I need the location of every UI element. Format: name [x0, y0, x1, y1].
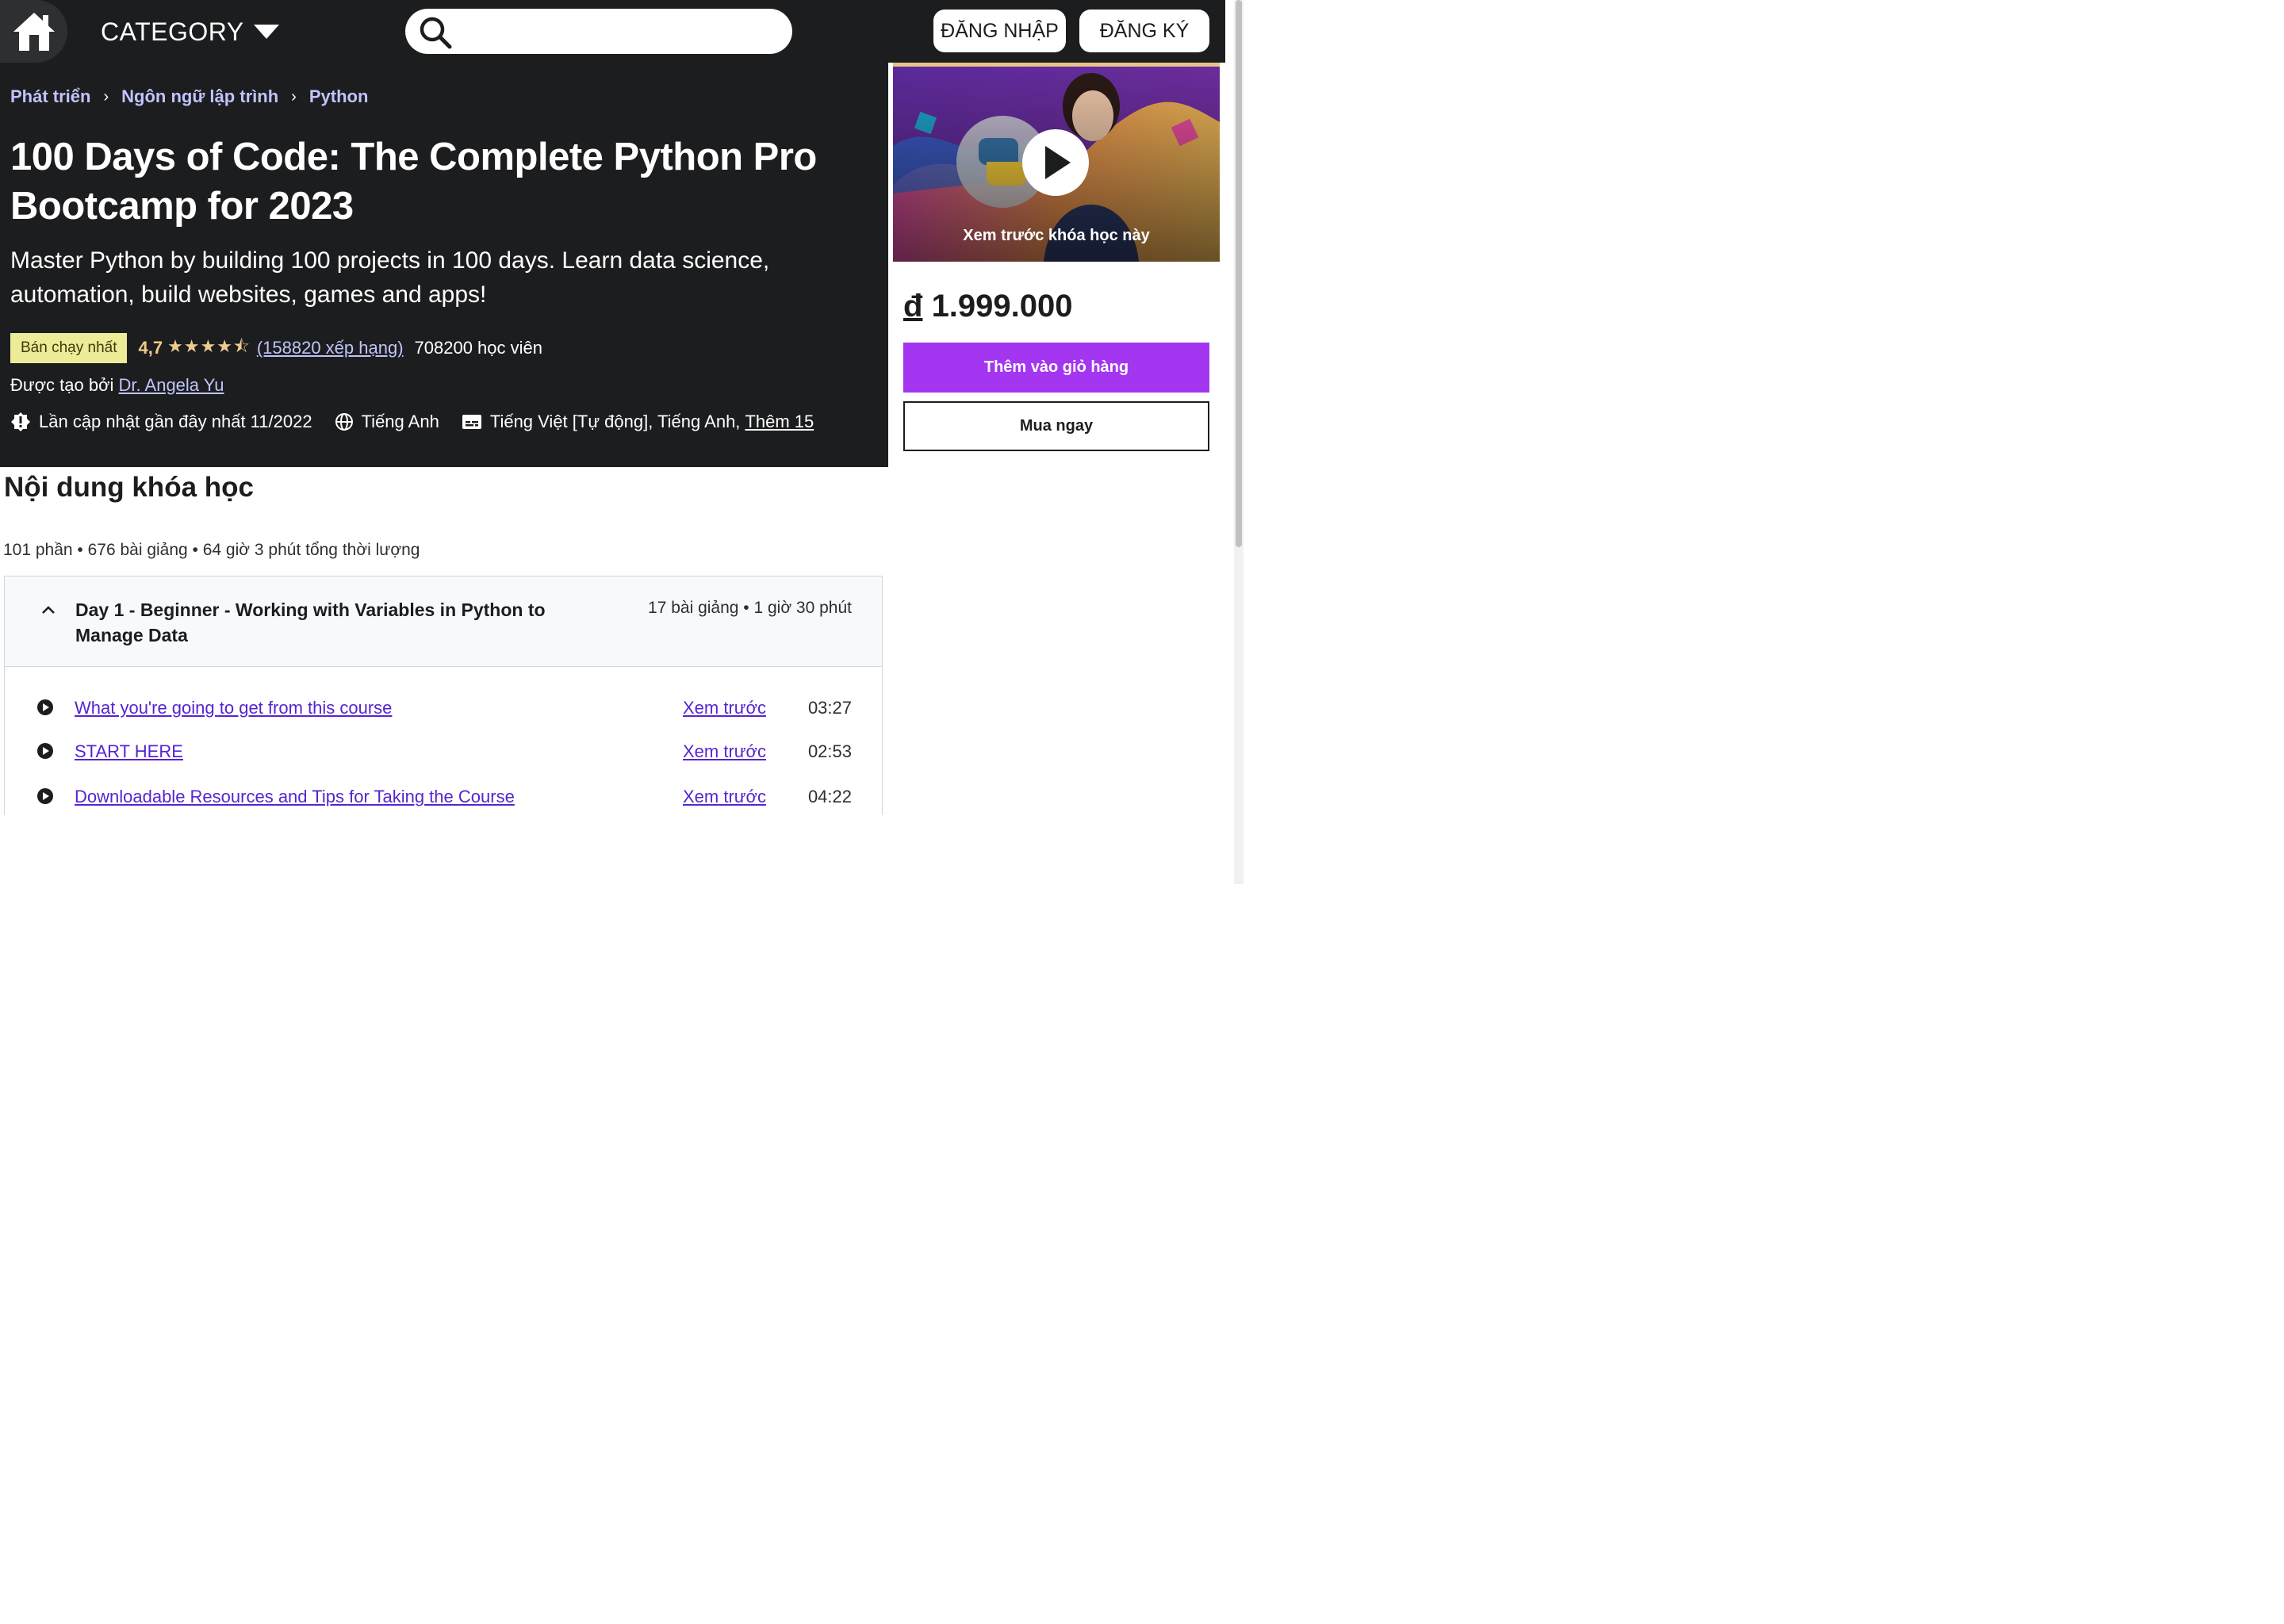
course-content-summary: 101 phần • 676 bài giảng • 64 giờ 3 phút… — [3, 541, 420, 559]
lecture-preview-link[interactable]: Xem trước — [683, 741, 766, 762]
signup-button[interactable]: ĐĂNG KÝ — [1079, 10, 1209, 52]
add-to-cart-button[interactable]: Thêm vào giỏ hàng — [903, 343, 1209, 393]
curriculum-section: Day 1 - Beginner - Working with Variable… — [4, 576, 883, 815]
closed-captions-icon — [462, 413, 482, 431]
caret-down-icon — [253, 25, 279, 39]
course-content-heading: Nội dung khóa học — [4, 472, 254, 503]
more-captions-link[interactable]: Thêm 15 — [745, 412, 814, 432]
section-meta: 17 bài giảng • 1 giờ 30 phút — [648, 599, 852, 617]
category-label: CATEGORY — [101, 17, 244, 46]
top-navbar: CATEGORY ĐĂNG NHẬP ĐĂNG KÝ — [0, 0, 1225, 63]
search-bar[interactable] — [405, 9, 792, 54]
lecture-item: START HERE Xem trước 02:53 — [5, 737, 882, 768]
section-header[interactable]: Day 1 - Beginner - Working with Variable… — [5, 576, 882, 667]
globe-icon — [335, 412, 354, 431]
rating-row: Bán chạy nhất 4,7 ★★★★⯪ (158820 xếp hạng… — [10, 333, 542, 363]
course-preview-video[interactable]: Xem trước khóa học này — [893, 63, 1220, 262]
lecture-title-link[interactable]: Downloadable Resources and Tips for Taki… — [75, 787, 515, 807]
page-scrollbar[interactable] — [1234, 0, 1244, 884]
created-by: Được tạo bởi Dr. Angela Yu — [10, 375, 224, 396]
search-input[interactable] — [464, 15, 781, 47]
lecture-item: What you're going to get from this cours… — [5, 693, 882, 725]
breadcrumb-item-development[interactable]: Phát triển — [10, 86, 90, 107]
bestseller-badge: Bán chạy nhất — [10, 333, 128, 363]
login-button[interactable]: ĐĂNG NHẬP — [933, 10, 1066, 52]
alert-icon — [10, 412, 31, 432]
section-title: Day 1 - Beginner - Working with Variable… — [75, 599, 546, 645]
rating-count-link[interactable]: (158820 xếp hạng) — [257, 338, 404, 358]
course-meta: Lần cập nhật gần đây nhất 11/2022 Tiếng … — [10, 412, 814, 432]
breadcrumb: Phát triển › Ngôn ngữ lập trình › Python — [10, 86, 368, 107]
buy-now-button[interactable]: Mua ngay — [903, 401, 1209, 451]
caption-languages: Tiếng Việt [Tự động], Tiếng Anh, — [489, 412, 741, 431]
star-rating-icon: ★★★★⯪ — [167, 336, 251, 356]
created-by-label: Được tạo bởi — [10, 375, 114, 395]
home-icon — [13, 12, 55, 51]
student-count: 708200 học viên — [414, 338, 542, 358]
course-language: Tiếng Anh — [361, 412, 439, 431]
breadcrumb-item-programming-languages[interactable]: Ngôn ngữ lập trình — [121, 86, 278, 107]
chevron-right-icon: › — [291, 87, 297, 105]
search-icon[interactable] — [418, 15, 453, 50]
course-title: 100 Days of Code: The Complete Python Pr… — [10, 136, 817, 228]
lecture-preview-link[interactable]: Xem trước — [683, 698, 766, 718]
rating-score: 4,7 — [138, 338, 163, 358]
course-price: đ 1.999.000 — [903, 289, 1073, 324]
lecture-title-link[interactable]: What you're going to get from this cours… — [75, 698, 392, 718]
breadcrumb-item-python[interactable]: Python — [309, 86, 369, 107]
category-dropdown[interactable]: CATEGORY — [101, 16, 279, 48]
play-circle-icon — [37, 743, 53, 759]
instructor-link[interactable]: Dr. Angela Yu — [119, 375, 224, 395]
home-button[interactable] — [0, 0, 67, 63]
lecture-preview-link[interactable]: Xem trước — [683, 787, 766, 807]
scrollbar-thumb[interactable] — [1236, 0, 1242, 547]
course-hero: Phát triển › Ngôn ngữ lập trình › Python… — [0, 63, 888, 467]
lecture-duration: 03:27 — [807, 698, 852, 718]
last-updated: Lần cập nhật gần đây nhất 11/2022 — [39, 412, 312, 431]
lecture-title-link[interactable]: START HERE — [75, 741, 183, 762]
chevron-right-icon: › — [103, 87, 109, 105]
price-currency: đ — [903, 289, 923, 324]
price-value: 1.999.000 — [931, 289, 1073, 324]
course-subtitle: Master Python by building 100 projects i… — [10, 247, 770, 308]
preview-label: Xem trước khóa học này — [963, 227, 1150, 244]
chevron-up-icon — [42, 606, 55, 614]
play-circle-icon — [37, 788, 53, 804]
lecture-duration: 02:53 — [807, 741, 852, 761]
play-circle-icon — [37, 699, 53, 715]
lecture-item: Downloadable Resources and Tips for Taki… — [5, 782, 882, 814]
lecture-duration: 04:22 — [807, 787, 852, 806]
